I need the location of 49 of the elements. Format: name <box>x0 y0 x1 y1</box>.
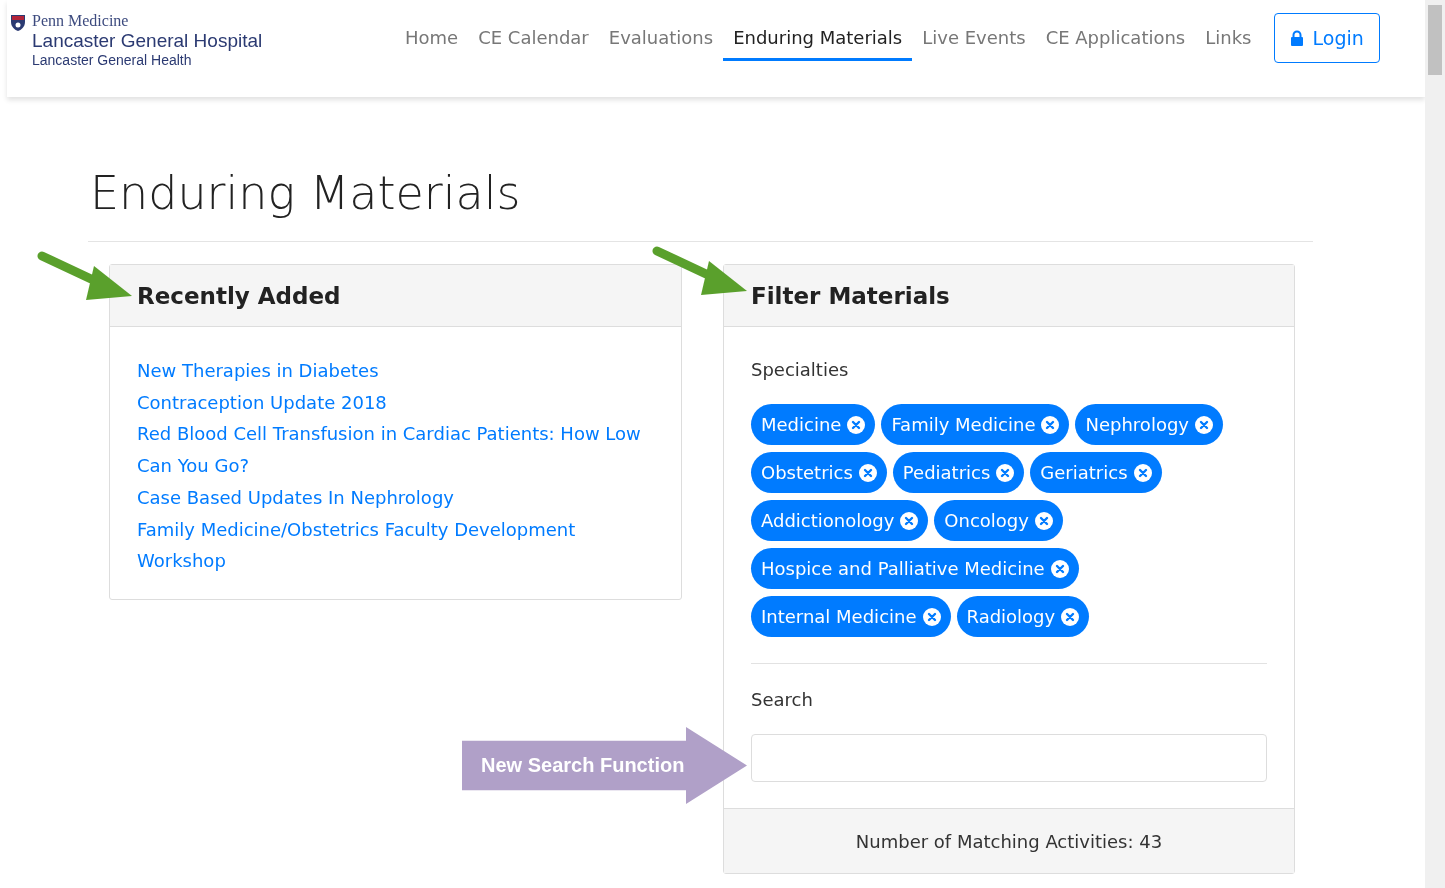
nav-link[interactable]: Evaluations <box>598 25 724 61</box>
search-field[interactable] <box>751 734 1267 782</box>
material-link[interactable]: Red Blood Cell Transfusion in Cardiac Patients: How Low Can You Go? <box>137 418 661 482</box>
remove-icon[interactable] <box>1194 415 1213 434</box>
remove-icon[interactable] <box>996 463 1015 482</box>
remove-icon[interactable] <box>1133 463 1152 482</box>
nav-link[interactable]: Live Events <box>912 25 1036 61</box>
lock-icon <box>1289 30 1304 46</box>
nav-link[interactable]: CE Calendar <box>468 25 599 61</box>
card-title: Filter Materials <box>751 282 950 309</box>
nav-link[interactable]: Links <box>1195 25 1262 61</box>
nav-link[interactable]: CE Applications <box>1035 25 1196 61</box>
specialty-tag[interactable]: Internal Medicine <box>751 596 951 637</box>
specialty-tag[interactable]: Addictionology <box>751 500 929 541</box>
remove-icon[interactable] <box>1050 559 1069 578</box>
specialty-tag[interactable]: Family Medicine <box>881 404 1070 445</box>
page-title: Enduring Materials <box>90 165 522 222</box>
nav-link[interactable]: Enduring Materials <box>723 25 913 61</box>
remove-icon[interactable] <box>922 607 941 626</box>
specialties-label: Specialties <box>751 359 850 380</box>
material-link[interactable]: Contraception Update 2018 <box>137 386 661 419</box>
remove-icon[interactable] <box>900 511 919 530</box>
material-link[interactable]: Case Based Updates In Nephrology <box>137 481 661 514</box>
matching-count: Number of Matching Activities: 43 <box>855 830 1163 852</box>
specialty-tag[interactable]: Oncology <box>934 500 1063 541</box>
remove-icon[interactable] <box>1041 415 1060 434</box>
nav-link[interactable]: Home <box>395 25 469 61</box>
remove-icon[interactable] <box>1061 607 1080 626</box>
hospital-name: Lancaster General Hospital <box>32 30 263 52</box>
specialty-tag[interactable]: Radiology <box>956 596 1090 637</box>
specialty-tag[interactable]: Obstetrics <box>751 452 887 493</box>
login-button[interactable]: Login <box>1273 13 1380 63</box>
remove-icon[interactable] <box>847 415 866 434</box>
material-link[interactable]: Family Medicine/Obstetrics Faculty Development Workshop <box>137 513 661 577</box>
card-title: Recently Added <box>137 282 341 309</box>
organization-name: Lancaster General Health <box>32 52 193 68</box>
material-link[interactable]: New Therapies in Diabetes <box>137 355 661 387</box>
scrollbar[interactable] <box>1425 0 1445 888</box>
brand-name: Penn Medicine <box>32 12 130 30</box>
shield-icon <box>10 14 26 32</box>
specialty-tag[interactable]: Geriatrics <box>1030 452 1162 493</box>
remove-icon[interactable] <box>858 463 877 482</box>
specialty-tag[interactable]: Hospice and Palliative Medicine <box>751 548 1079 589</box>
specialty-tag[interactable]: Pediatrics <box>892 452 1025 493</box>
specialty-tag[interactable]: Nephrology <box>1075 404 1223 445</box>
scrollbar-thumb[interactable] <box>1428 5 1442 75</box>
remove-icon[interactable] <box>1034 511 1053 530</box>
search-label: Search <box>751 689 814 710</box>
specialty-tag[interactable]: Medicine <box>751 404 876 445</box>
